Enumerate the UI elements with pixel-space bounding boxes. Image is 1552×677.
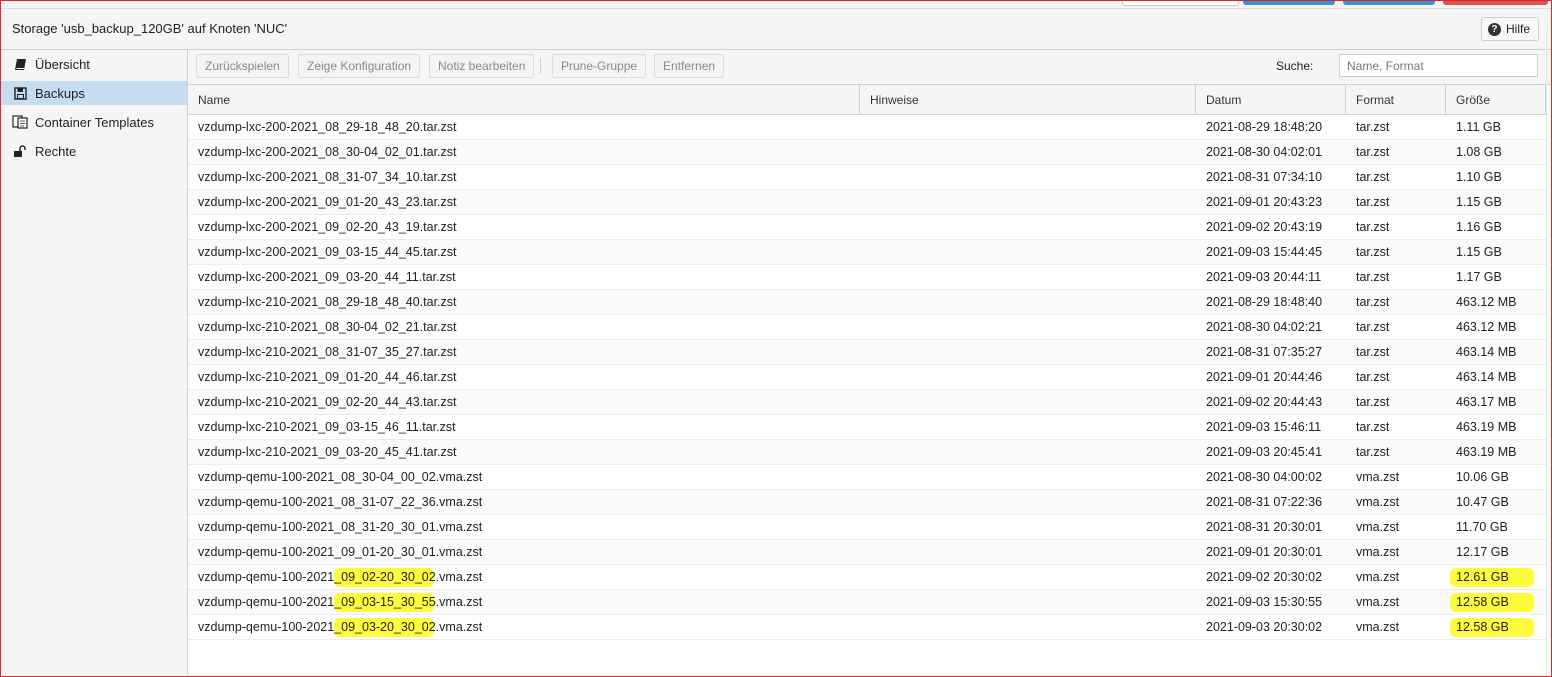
screenshot-frame xyxy=(0,0,1552,677)
